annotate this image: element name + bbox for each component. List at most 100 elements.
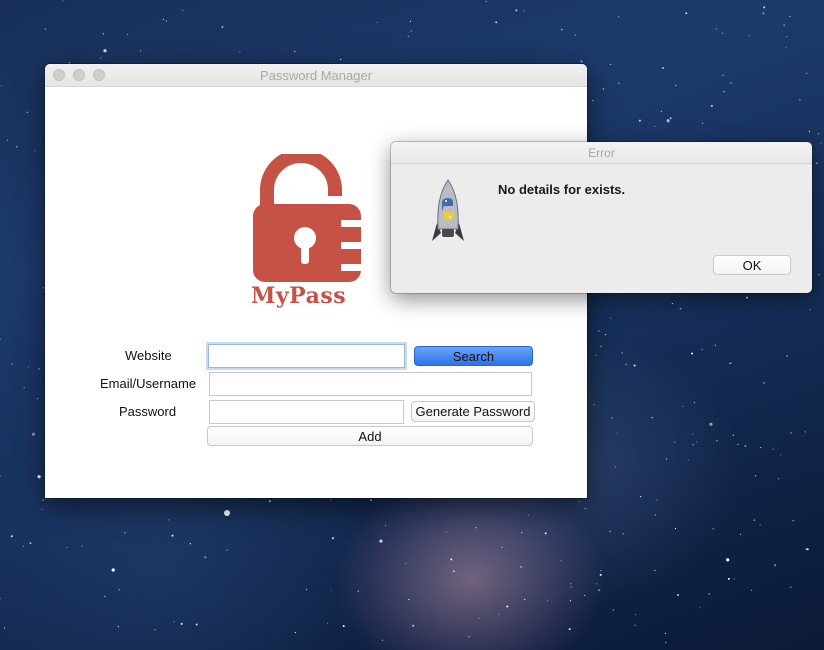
- star: [41, 508, 43, 510]
- star: [165, 20, 167, 22]
- star: [3, 627, 6, 629]
- star: [722, 74, 724, 76]
- star: [560, 560, 562, 562]
- star: [445, 531, 447, 533]
- star: [330, 589, 333, 591]
- star: [687, 459, 690, 461]
- star: [679, 307, 682, 310]
- star: [154, 629, 156, 631]
- star: [618, 82, 620, 84]
- star: [569, 600, 572, 602]
- star: [729, 362, 731, 364]
- star: [702, 122, 704, 124]
- star: [799, 99, 801, 101]
- star: [815, 162, 818, 165]
- star: [790, 586, 792, 588]
- star: [710, 104, 713, 107]
- star: [468, 636, 470, 638]
- star: [34, 150, 36, 152]
- star: [584, 594, 586, 597]
- star: [780, 454, 782, 456]
- star: [379, 539, 383, 543]
- star: [81, 545, 83, 547]
- star: [0, 597, 1, 600]
- star: [614, 466, 617, 468]
- star: [381, 639, 383, 641]
- star: [408, 598, 410, 601]
- star: [452, 570, 455, 573]
- star: [805, 548, 807, 550]
- star: [498, 614, 500, 616]
- star: [450, 558, 453, 561]
- star: [610, 317, 612, 319]
- star: [789, 15, 791, 17]
- star: [709, 422, 713, 426]
- star: [701, 348, 703, 351]
- star: [31, 432, 36, 436]
- password-input[interactable]: [209, 400, 404, 424]
- star: [726, 558, 730, 562]
- star: [0, 338, 1, 340]
- star: [772, 448, 774, 450]
- star: [409, 20, 412, 22]
- star: [612, 609, 614, 611]
- star: [660, 110, 663, 112]
- star: [100, 57, 102, 59]
- star: [633, 364, 636, 367]
- star: [580, 60, 583, 63]
- search-button[interactable]: Search: [414, 346, 533, 366]
- add-button[interactable]: Add: [207, 426, 533, 446]
- star: [62, 0, 64, 2]
- star: [407, 35, 409, 38]
- star: [716, 440, 718, 442]
- star: [37, 475, 41, 479]
- website-input[interactable]: [208, 344, 405, 368]
- star: [117, 626, 119, 628]
- star: [127, 33, 129, 36]
- star: [611, 417, 613, 419]
- star: [561, 29, 563, 31]
- star: [523, 10, 525, 12]
- generate-password-button[interactable]: Generate Password: [411, 401, 535, 422]
- star: [609, 63, 612, 65]
- star: [604, 334, 607, 336]
- star: [708, 593, 710, 595]
- star: [740, 533, 742, 535]
- star: [294, 50, 296, 53]
- star: [786, 36, 788, 38]
- star: [405, 562, 407, 565]
- star: [692, 433, 694, 435]
- star: [584, 507, 586, 509]
- star: [189, 543, 191, 545]
- star: [331, 537, 334, 540]
- dialog-titlebar[interactable]: Error: [391, 142, 812, 164]
- window-titlebar[interactable]: Password Manager: [45, 64, 587, 87]
- star: [666, 119, 670, 123]
- error-message: No details for exists.: [498, 182, 626, 197]
- star: [568, 628, 571, 631]
- star: [118, 589, 120, 591]
- star: [16, 146, 18, 148]
- star: [515, 9, 518, 12]
- star: [596, 583, 598, 585]
- star: [733, 578, 735, 580]
- star: [598, 330, 600, 332]
- star: [806, 548, 809, 551]
- star: [599, 573, 602, 576]
- star: [635, 614, 637, 616]
- star: [714, 344, 717, 346]
- star: [10, 535, 13, 538]
- star: [723, 91, 725, 93]
- star: [27, 366, 29, 368]
- star: [570, 586, 572, 588]
- star: [226, 549, 228, 551]
- star: [103, 49, 107, 53]
- star: [412, 624, 415, 627]
- star: [42, 499, 44, 501]
- star: [294, 631, 296, 634]
- ok-button[interactable]: OK: [713, 255, 791, 275]
- star: [621, 352, 623, 354]
- star: [809, 309, 811, 311]
- email-input[interactable]: [209, 372, 532, 396]
- star: [544, 532, 547, 535]
